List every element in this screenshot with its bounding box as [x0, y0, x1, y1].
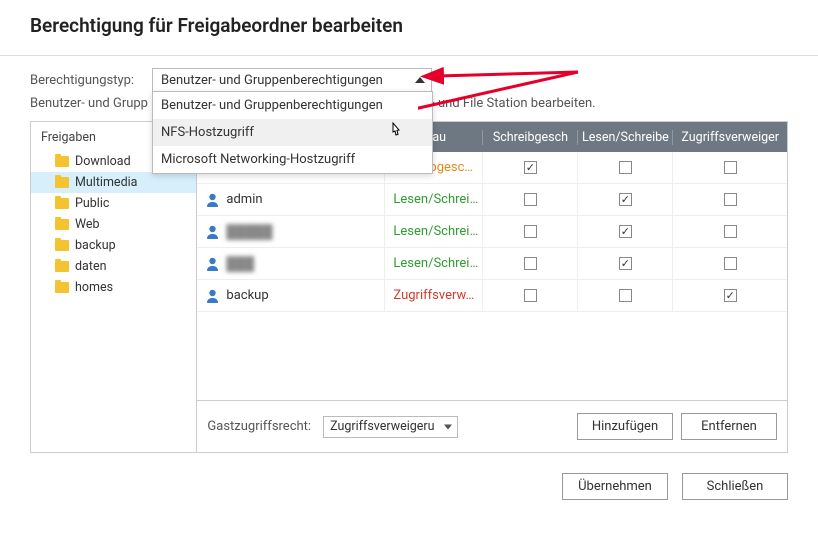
- checkbox-deny[interactable]: [724, 193, 737, 206]
- user-icon: [205, 224, 220, 239]
- guest-access-value: Zugriffsverweigeru: [330, 419, 434, 434]
- row-name: ███: [226, 256, 254, 272]
- checkbox-readonly[interactable]: [524, 225, 537, 238]
- dropdown-option[interactable]: NFS-Hostzugriff: [153, 119, 432, 146]
- user-icon: [205, 192, 220, 207]
- row-name: backup: [226, 288, 268, 303]
- checkbox-readwrite[interactable]: [619, 289, 632, 302]
- checkbox-readwrite[interactable]: [619, 193, 632, 206]
- row-preview: Zugriffsverw…: [385, 280, 483, 311]
- folder-icon: [55, 219, 69, 230]
- add-button[interactable]: Hinzufügen: [577, 413, 673, 440]
- user-icon: [205, 288, 220, 303]
- checkbox-readonly[interactable]: [524, 161, 537, 174]
- checkbox-readonly[interactable]: [524, 289, 537, 302]
- table-row[interactable]: backup Zugriffsverw…: [197, 280, 787, 312]
- folder-icon: [55, 282, 69, 293]
- user-icon: [205, 256, 220, 271]
- col-deny[interactable]: Zugriffsverweiger: [673, 130, 787, 145]
- folder-label: Public: [75, 196, 109, 211]
- checkbox-readwrite[interactable]: [619, 161, 632, 174]
- triangle-up-icon: [415, 77, 425, 83]
- folder-item[interactable]: Public: [31, 193, 196, 214]
- table-row[interactable]: █████ Lesen/Schrei…: [197, 216, 787, 248]
- folder-label: Web: [75, 217, 100, 232]
- folder-icon: [55, 156, 69, 167]
- folder-label: backup: [75, 238, 116, 253]
- checkbox-deny[interactable]: [724, 257, 737, 270]
- checkbox-readonly[interactable]: [524, 257, 537, 270]
- guest-access-select[interactable]: Zugriffsverweigeru: [323, 416, 458, 438]
- triangle-down-icon: [444, 424, 452, 429]
- checkbox-deny[interactable]: [724, 289, 737, 302]
- folder-label: Download: [75, 154, 131, 169]
- folder-icon: [55, 261, 69, 272]
- table-row[interactable]: ███ Lesen/Schrei…: [197, 248, 787, 280]
- apply-button[interactable]: Übernehmen: [562, 473, 668, 500]
- perm-type-select[interactable]: Benutzer- und Gruppenberechtigungen: [152, 68, 432, 92]
- cursor-pointer-icon: [388, 122, 404, 144]
- checkbox-readonly[interactable]: [524, 193, 537, 206]
- folder-item[interactable]: daten: [31, 256, 196, 277]
- col-readwrite[interactable]: Lesen/Schreibe: [578, 130, 673, 145]
- folder-icon: [55, 198, 69, 209]
- row-preview: Lesen/Schrei…: [385, 216, 483, 247]
- folder-label: homes: [75, 280, 113, 295]
- folder-icon: [55, 177, 69, 188]
- guest-access-label: Gastzugriffsrecht:: [207, 419, 311, 434]
- perm-type-label: Berechtigungstyp:: [30, 73, 152, 88]
- folder-item[interactable]: Multimedia: [31, 172, 196, 193]
- row-name: █████: [226, 224, 272, 240]
- row-preview: Lesen/Schrei…: [385, 184, 483, 215]
- folder-icon: [55, 240, 69, 251]
- remove-button[interactable]: Entfernen: [681, 413, 777, 440]
- folder-label: daten: [75, 259, 106, 274]
- desc-prefix: Benutzer- und Grupp: [30, 96, 148, 111]
- perm-type-value: Benutzer- und Gruppenberechtigungen: [161, 73, 383, 88]
- row-name: admin: [226, 192, 262, 207]
- table-row[interactable]: admin Lesen/Schrei…: [197, 184, 787, 216]
- checkbox-readwrite[interactable]: [619, 225, 632, 238]
- dropdown-option[interactable]: Benutzer- und Gruppenberechtigungen: [153, 92, 432, 119]
- folder-label: Multimedia: [75, 175, 137, 190]
- checkbox-readwrite[interactable]: [619, 257, 632, 270]
- col-readonly[interactable]: Schreibgesch: [483, 130, 578, 145]
- checkbox-deny[interactable]: [724, 225, 737, 238]
- dropdown-option-label: NFS-Hostzugriff: [161, 125, 254, 140]
- close-button[interactable]: Schließen: [682, 473, 788, 500]
- folder-item[interactable]: homes: [31, 277, 196, 298]
- dialog-title: Berechtigung für Freigabeordner bearbeit…: [0, 0, 818, 56]
- checkbox-deny[interactable]: [724, 161, 737, 174]
- desc-suffix: > und File Station bearbeiten.: [428, 96, 596, 111]
- row-preview: Lesen/Schrei…: [385, 248, 483, 279]
- folder-item[interactable]: backup: [31, 235, 196, 256]
- perm-type-dropdown[interactable]: Benutzer- und Gruppenberechtigungen NFS-…: [152, 91, 433, 174]
- dropdown-option[interactable]: Microsoft Networking-Hostzugriff: [153, 146, 432, 173]
- folder-item[interactable]: Web: [31, 214, 196, 235]
